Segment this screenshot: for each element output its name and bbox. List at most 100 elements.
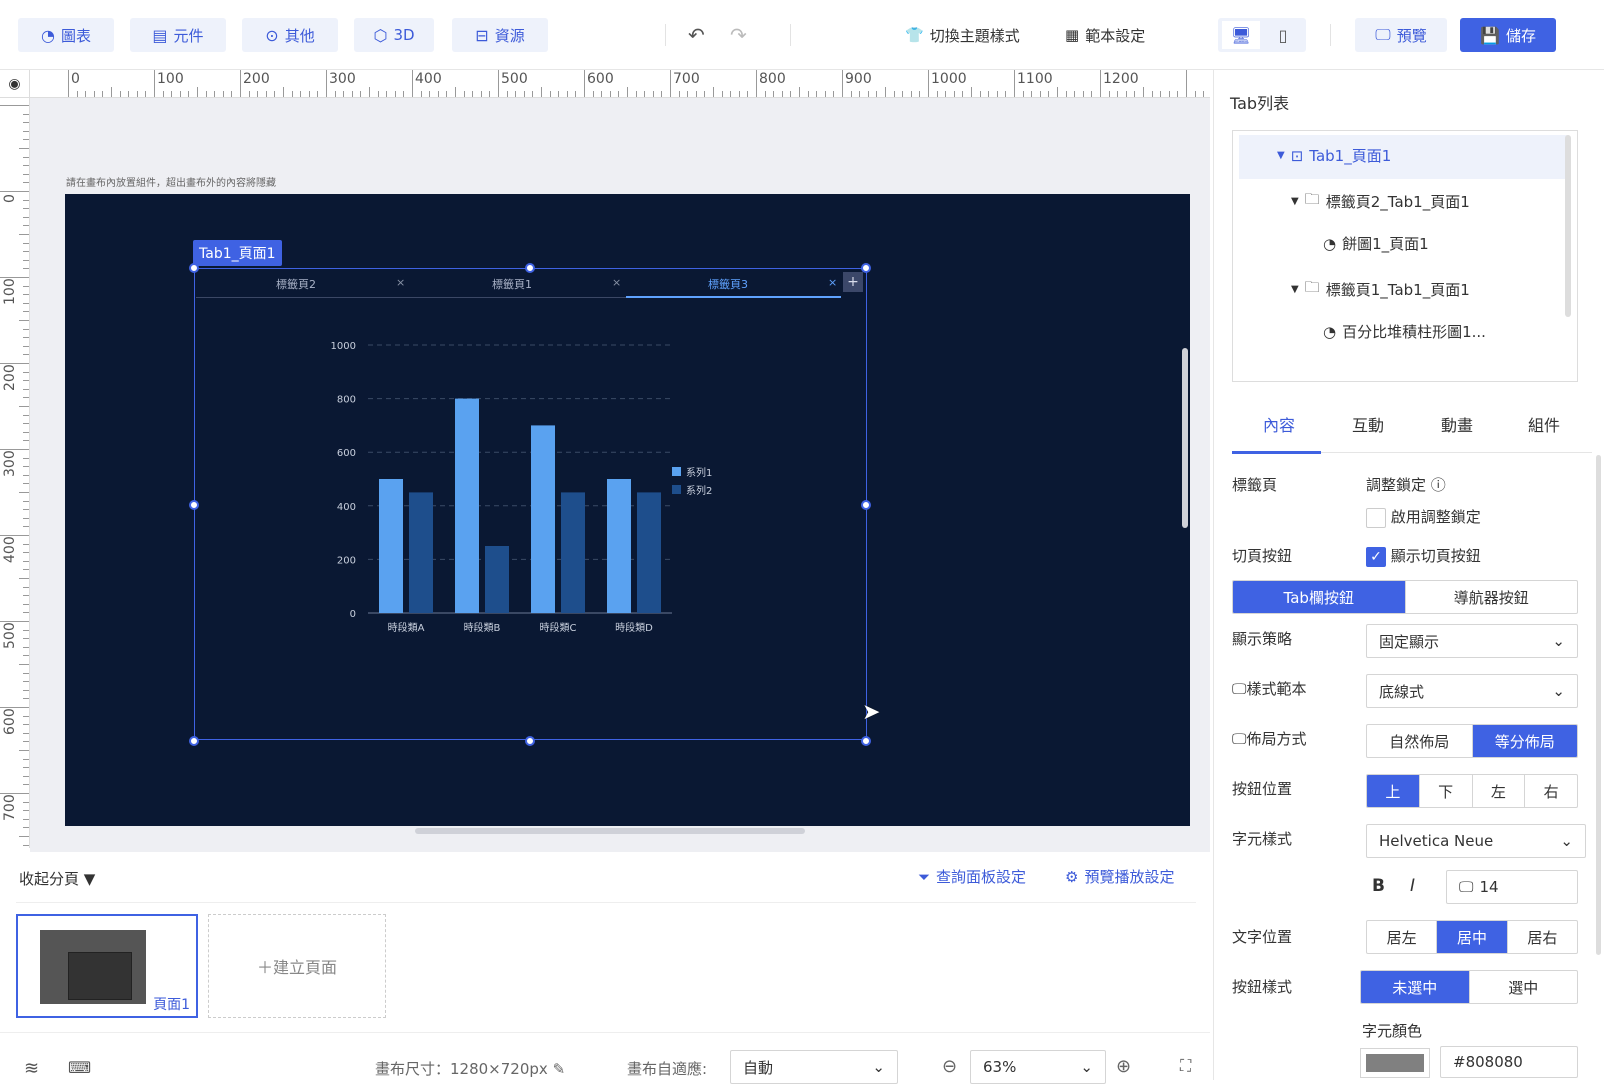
tablet-icon[interactable]: ▯ [1264,21,1302,49]
position-top[interactable]: 上 [1367,775,1420,807]
resize-handle[interactable] [189,500,199,510]
tree-scrollbar[interactable] [1565,135,1571,317]
preview-play-settings[interactable]: ⚙ 預覽播放設定 [1065,866,1174,887]
preview-button[interactable]: 🖵 預覽 [1355,18,1447,52]
undo-icon[interactable]: ↶ [688,18,705,52]
style-unselected[interactable]: 未選中 [1361,971,1470,1003]
save-button[interactable]: 💾 儲存 [1460,18,1556,52]
ruler-label: 1000 [931,71,967,87]
ruler-tick [23,182,29,184]
zoom-out-icon[interactable]: ⊖ [942,1056,957,1077]
show-page-button-checkbox[interactable]: ✓ 顯示切頁按鈕 [1366,545,1481,567]
tree-node-stacked-bar[interactable]: ◔ 百分比堆積柱形圖1... [1323,321,1486,342]
panel-scrollbar[interactable] [1596,455,1601,955]
ruler-tick [23,311,29,313]
position-bottom[interactable]: 下 [1420,775,1473,807]
component-menu-button[interactable]: ▤ 元件 [130,18,226,52]
ruler-label: 400 [415,71,442,87]
position-right[interactable]: 右 [1525,775,1577,807]
tab-component[interactable]: 組件 [1528,412,1560,436]
resize-handle[interactable] [861,736,871,746]
add-tab-button[interactable]: + [843,272,863,292]
tabbar-button-option[interactable]: Tab欄按鈕 [1233,581,1406,613]
layout-natural-option[interactable]: 自然佈局 [1367,725,1473,757]
threed-menu-button[interactable]: ⬡ 3D [354,18,434,52]
fullscreen-icon[interactable]: ⛶ [1180,1056,1191,1076]
template-settings-button[interactable]: ▦ 範本設定 [1065,18,1145,52]
tree-node-tabpage1[interactable]: ▼ 🗀 標籤頁1_Tab1_頁面1 [1291,277,1470,302]
resize-handle[interactable] [189,263,199,273]
caret-down-icon: ▼ [1291,196,1299,207]
resize-handle[interactable] [525,263,535,273]
query-panel-settings[interactable]: ⏷ 查詢面板設定 [918,866,1026,887]
tab-page-1[interactable]: 標籤頁1 [492,276,532,292]
close-icon[interactable]: × [612,276,621,289]
tab-animation[interactable]: 動畫 [1441,412,1473,436]
zoom-in-icon[interactable]: ⊕ [1116,1056,1131,1077]
chevron-down-icon: ⌄ [1552,682,1565,700]
resize-handle[interactable] [189,736,199,746]
close-icon[interactable]: × [396,276,405,289]
tab-content[interactable]: 內容 [1263,412,1295,436]
page-label: 頁面1 [147,992,196,1016]
ruler-tick [23,440,29,442]
style-selected[interactable]: 選中 [1470,971,1578,1003]
vertical-scrollbar[interactable] [1182,348,1188,528]
ruler-tick [627,87,628,97]
ruler-tick [695,91,697,97]
zoom-select[interactable]: 63% ⌄ [970,1050,1106,1084]
position-left[interactable]: 左 [1473,775,1526,807]
layout-equal-option[interactable]: 等分佈局 [1472,725,1577,757]
edit-icon[interactable]: ✎ [553,1060,566,1078]
font-color-swatch[interactable] [1360,1048,1430,1078]
align-left[interactable]: 居左 [1367,921,1438,953]
nav-button-option[interactable]: 導航器按鈕 [1406,581,1578,613]
horizontal-scrollbar[interactable] [415,828,805,834]
chart-menu-button[interactable]: ◔ 圖表 [18,18,114,52]
legend-label: 系列2 [686,484,712,497]
resize-handle[interactable] [525,736,535,746]
font-family-select[interactable]: Helvetica Neue ⌄ [1366,824,1586,858]
desktop-icon[interactable]: 🖥 [1222,21,1260,49]
auto-fit-select[interactable]: 自動 ⌄ [730,1050,898,1084]
tab-interaction[interactable]: 互動 [1352,412,1384,436]
ruler-tick [23,380,29,382]
align-right[interactable]: 居右 [1508,921,1577,953]
tab-page-3[interactable]: 標籤頁3 [708,276,748,292]
page-thumbnail[interactable]: 頁面1 [16,914,198,1018]
tree-node-pie[interactable]: ◔ 餅圖1_頁面1 [1323,233,1429,254]
display-strategy-select[interactable]: 固定顯示 ⌄ [1366,624,1578,658]
collapse-pages-button[interactable]: 收起分頁 ▼ [19,868,95,889]
enable-lock-checkbox[interactable]: 啟用調整鎖定 [1366,506,1481,528]
tree-node-tabpage2[interactable]: ▼ 🗀 標籤頁2_Tab1_頁面1 [1291,189,1470,214]
layers-icon[interactable]: ≋ [24,1058,39,1079]
help-icon[interactable]: ⓘ [1431,476,1446,494]
style-template-select[interactable]: 底線式 ⌄ [1366,674,1578,708]
ruler-tick [515,91,517,97]
tab-page-2[interactable]: 標籤頁2 [276,276,316,292]
italic-button[interactable]: I [1410,876,1415,896]
active-tab-indicator [1232,451,1321,454]
ruler-tick [23,681,29,683]
theme-switch-button[interactable]: 👕 切換主題樣式 [905,18,1020,52]
redo-icon[interactable]: ↷ [730,18,747,52]
ruler-tick [799,87,800,97]
other-menu-button[interactable]: ⊙ 其他 [242,18,338,52]
ruler-tick [1168,91,1170,97]
close-icon[interactable]: × [828,276,837,289]
ruler-label: 0 [71,71,80,87]
bold-button[interactable]: B [1372,876,1385,896]
checkbox[interactable] [1366,507,1386,528]
align-center[interactable]: 居中 [1437,921,1508,953]
check-icon[interactable]: ✓ [1366,546,1386,567]
resize-handle[interactable] [861,500,871,510]
ruler-tick [1177,91,1179,97]
font-color-input[interactable]: #808080 [1440,1046,1578,1078]
resource-menu-button[interactable]: ⊟ 資源 [452,18,548,52]
ruler-tick [23,259,29,261]
keyboard-icon[interactable]: ⌨ [68,1058,91,1077]
new-page-button[interactable]: ＋建立頁面 [208,914,386,1018]
font-size-input[interactable]: 🖵 14 [1446,870,1578,904]
eye-icon[interactable]: ◉ [0,70,30,98]
tree-node-tab1[interactable]: ▼ ⊡ Tab1_頁面1 [1277,145,1391,166]
